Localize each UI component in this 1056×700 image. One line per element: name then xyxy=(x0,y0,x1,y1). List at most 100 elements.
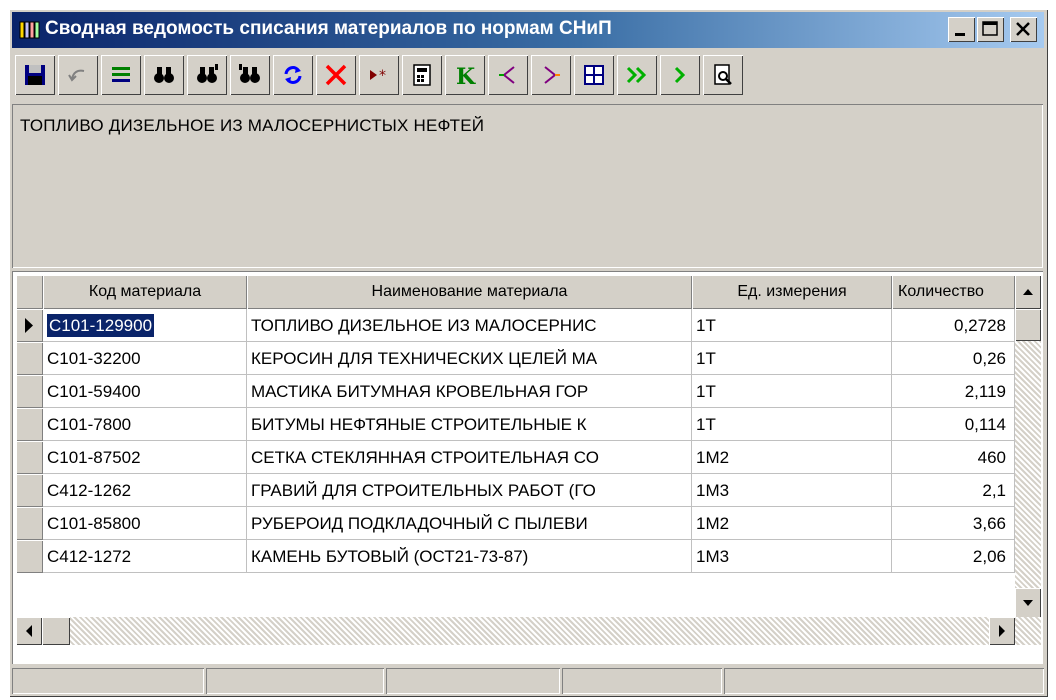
k-button[interactable]: K xyxy=(445,55,485,95)
column-header-code[interactable]: Код материала xyxy=(43,275,247,309)
material-name-memo[interactable]: ТОПЛИВО ДИЗЕЛЬНОЕ ИЗ МАЛОСЕРНИСТЫХ НЕФТЕ… xyxy=(12,104,1043,268)
svg-text:*: * xyxy=(379,68,386,84)
fast-forward-button[interactable] xyxy=(617,55,657,95)
cell-qty[interactable]: 0,114 xyxy=(892,408,1015,441)
refresh-icon xyxy=(284,66,302,84)
status-panel xyxy=(562,668,722,694)
cell-code[interactable]: С101-85800 xyxy=(43,507,247,540)
cell-code[interactable]: С412-1262 xyxy=(43,474,247,507)
insert-record-button[interactable]: * xyxy=(359,55,399,95)
row-indicator[interactable] xyxy=(16,375,43,408)
title-bar[interactable]: Сводная ведомость списания материалов по… xyxy=(12,12,1044,48)
cell-unit[interactable]: 1Т xyxy=(692,375,892,408)
column-header-quantity[interactable]: Количество xyxy=(892,275,1015,309)
binoculars-next-icon xyxy=(197,64,218,83)
print-preview-button[interactable] xyxy=(703,55,743,95)
grid-icon xyxy=(584,65,604,85)
vertical-scroll-thumb[interactable] xyxy=(1015,309,1041,341)
scroll-right-button[interactable] xyxy=(989,617,1015,645)
cell-unit[interactable]: 1М2 xyxy=(692,441,892,474)
cell-name[interactable]: ТОПЛИВО ДИЗЕЛЬНОЕ ИЗ МАЛОСЕРНИС xyxy=(247,309,692,342)
cell-code[interactable]: С101-7800 xyxy=(43,408,247,441)
close-button[interactable] xyxy=(1010,17,1037,42)
row-indicator[interactable] xyxy=(16,309,43,342)
scroll-left-button[interactable] xyxy=(16,617,42,645)
header-indicator-corner xyxy=(16,275,43,309)
arrow-left-icon xyxy=(26,625,32,637)
row-indicator[interactable] xyxy=(16,408,43,441)
floppy-disk-icon xyxy=(25,65,45,85)
cell-unit[interactable]: 1М2 xyxy=(692,507,892,540)
memo-text: ТОПЛИВО ДИЗЕЛЬНОЕ ИЗ МАЛОСЕРНИСТЫХ НЕФТЕ… xyxy=(20,116,485,135)
filter-icon xyxy=(112,67,130,82)
scroll-up-button[interactable] xyxy=(1015,275,1041,309)
maximize-button[interactable] xyxy=(977,17,1004,42)
cell-code[interactable]: С101-129900 xyxy=(43,309,247,342)
cell-name[interactable]: РУБЕРОИД ПОДКЛАДОЧНЫЙ С ПЫЛЕВИ xyxy=(247,507,692,540)
undo-arrow-icon xyxy=(68,69,85,82)
refresh-button[interactable] xyxy=(273,55,313,95)
save-button[interactable] xyxy=(15,55,55,95)
horizontal-scroll-thumb[interactable] xyxy=(42,617,70,645)
cell-qty[interactable]: 3,66 xyxy=(892,507,1015,540)
cell-unit[interactable]: 1Т xyxy=(692,309,892,342)
cell-name[interactable]: МАСТИКА БИТУМНАЯ КРОВЕЛЬНАЯ ГОР xyxy=(247,375,692,408)
row-indicator[interactable] xyxy=(16,342,43,375)
cell-qty[interactable]: 2,119 xyxy=(892,375,1015,408)
cell-unit[interactable]: 1Т xyxy=(692,408,892,441)
find-prev-button[interactable] xyxy=(230,55,270,95)
arrow-right-icon xyxy=(999,625,1005,637)
cell-name[interactable]: БИТУМЫ НЕФТЯНЫЕ СТРОИТЕЛЬНЫЕ К xyxy=(247,408,692,441)
cell-unit[interactable]: 1Т xyxy=(692,342,892,375)
status-panel xyxy=(724,668,1044,694)
cell-code[interactable]: С101-59400 xyxy=(43,375,247,408)
scroll-down-button[interactable] xyxy=(1015,588,1041,618)
filter-button[interactable] xyxy=(101,55,141,95)
calculator-icon xyxy=(413,64,431,86)
cell-unit[interactable]: 1М3 xyxy=(692,474,892,507)
row-indicator[interactable] xyxy=(16,441,43,474)
split-right-button[interactable] xyxy=(531,55,571,95)
insert-record-icon: * xyxy=(370,68,386,84)
cell-code[interactable]: С412-1272 xyxy=(43,540,247,573)
delete-button[interactable] xyxy=(316,55,356,95)
double-chevron-icon xyxy=(626,66,647,84)
k-letter-icon: K xyxy=(456,64,476,87)
find-button[interactable] xyxy=(144,55,184,95)
undo-button[interactable] xyxy=(58,55,98,95)
cell-code[interactable]: С101-32200 xyxy=(43,342,247,375)
application-window: Сводная ведомость списания материалов по… xyxy=(9,9,1048,697)
materials-grid[interactable]: Код материала Наименование материала Ед.… xyxy=(12,271,1043,664)
vertical-scrollbar[interactable] xyxy=(1015,275,1041,618)
cell-qty[interactable]: 0,26 xyxy=(892,342,1015,375)
arrow-up-icon xyxy=(1023,289,1033,295)
cell-name[interactable]: ГРАВИЙ ДЛЯ СТРОИТЕЛЬНЫХ РАБОТ (ГО xyxy=(247,474,692,507)
cell-unit[interactable]: 1М3 xyxy=(692,540,892,573)
binoculars-icon xyxy=(154,67,174,83)
horizontal-scrollbar[interactable] xyxy=(16,617,1041,645)
find-next-button[interactable] xyxy=(187,55,227,95)
cell-name[interactable]: КЕРОСИН ДЛЯ ТЕХНИЧЕСКИХ ЦЕЛЕЙ МА xyxy=(247,342,692,375)
calculator-button[interactable] xyxy=(402,55,442,95)
next-button[interactable] xyxy=(660,55,700,95)
grid-view-button[interactable] xyxy=(574,55,614,95)
row-indicator[interactable] xyxy=(16,507,43,540)
minimize-button[interactable] xyxy=(948,17,975,42)
cell-name[interactable]: КАМЕНЬ БУТОВЫЙ (ОСТ21-73-87) xyxy=(247,540,692,573)
column-header-unit[interactable]: Ед. измерения xyxy=(692,275,892,309)
chevron-right-icon xyxy=(674,66,686,84)
row-indicator[interactable] xyxy=(16,474,43,507)
cell-name[interactable]: СЕТКА СТЕКЛЯННАЯ СТРОИТЕЛЬНАЯ СО xyxy=(247,441,692,474)
print-preview-icon xyxy=(714,64,732,85)
cell-qty[interactable]: 2,1 xyxy=(892,474,1015,507)
row-indicator[interactable] xyxy=(16,540,43,573)
status-panel xyxy=(12,668,204,694)
close-icon xyxy=(1016,22,1030,36)
column-header-name[interactable]: Наименование материала xyxy=(247,275,692,309)
cell-qty[interactable]: 460 xyxy=(892,441,1015,474)
cell-code[interactable]: С101-87502 xyxy=(43,441,247,474)
cell-qty[interactable]: 2,06 xyxy=(892,540,1015,573)
merge-left-button[interactable] xyxy=(488,55,528,95)
cell-qty[interactable]: 0,2728 xyxy=(892,309,1015,342)
split-right-icon xyxy=(544,66,560,84)
